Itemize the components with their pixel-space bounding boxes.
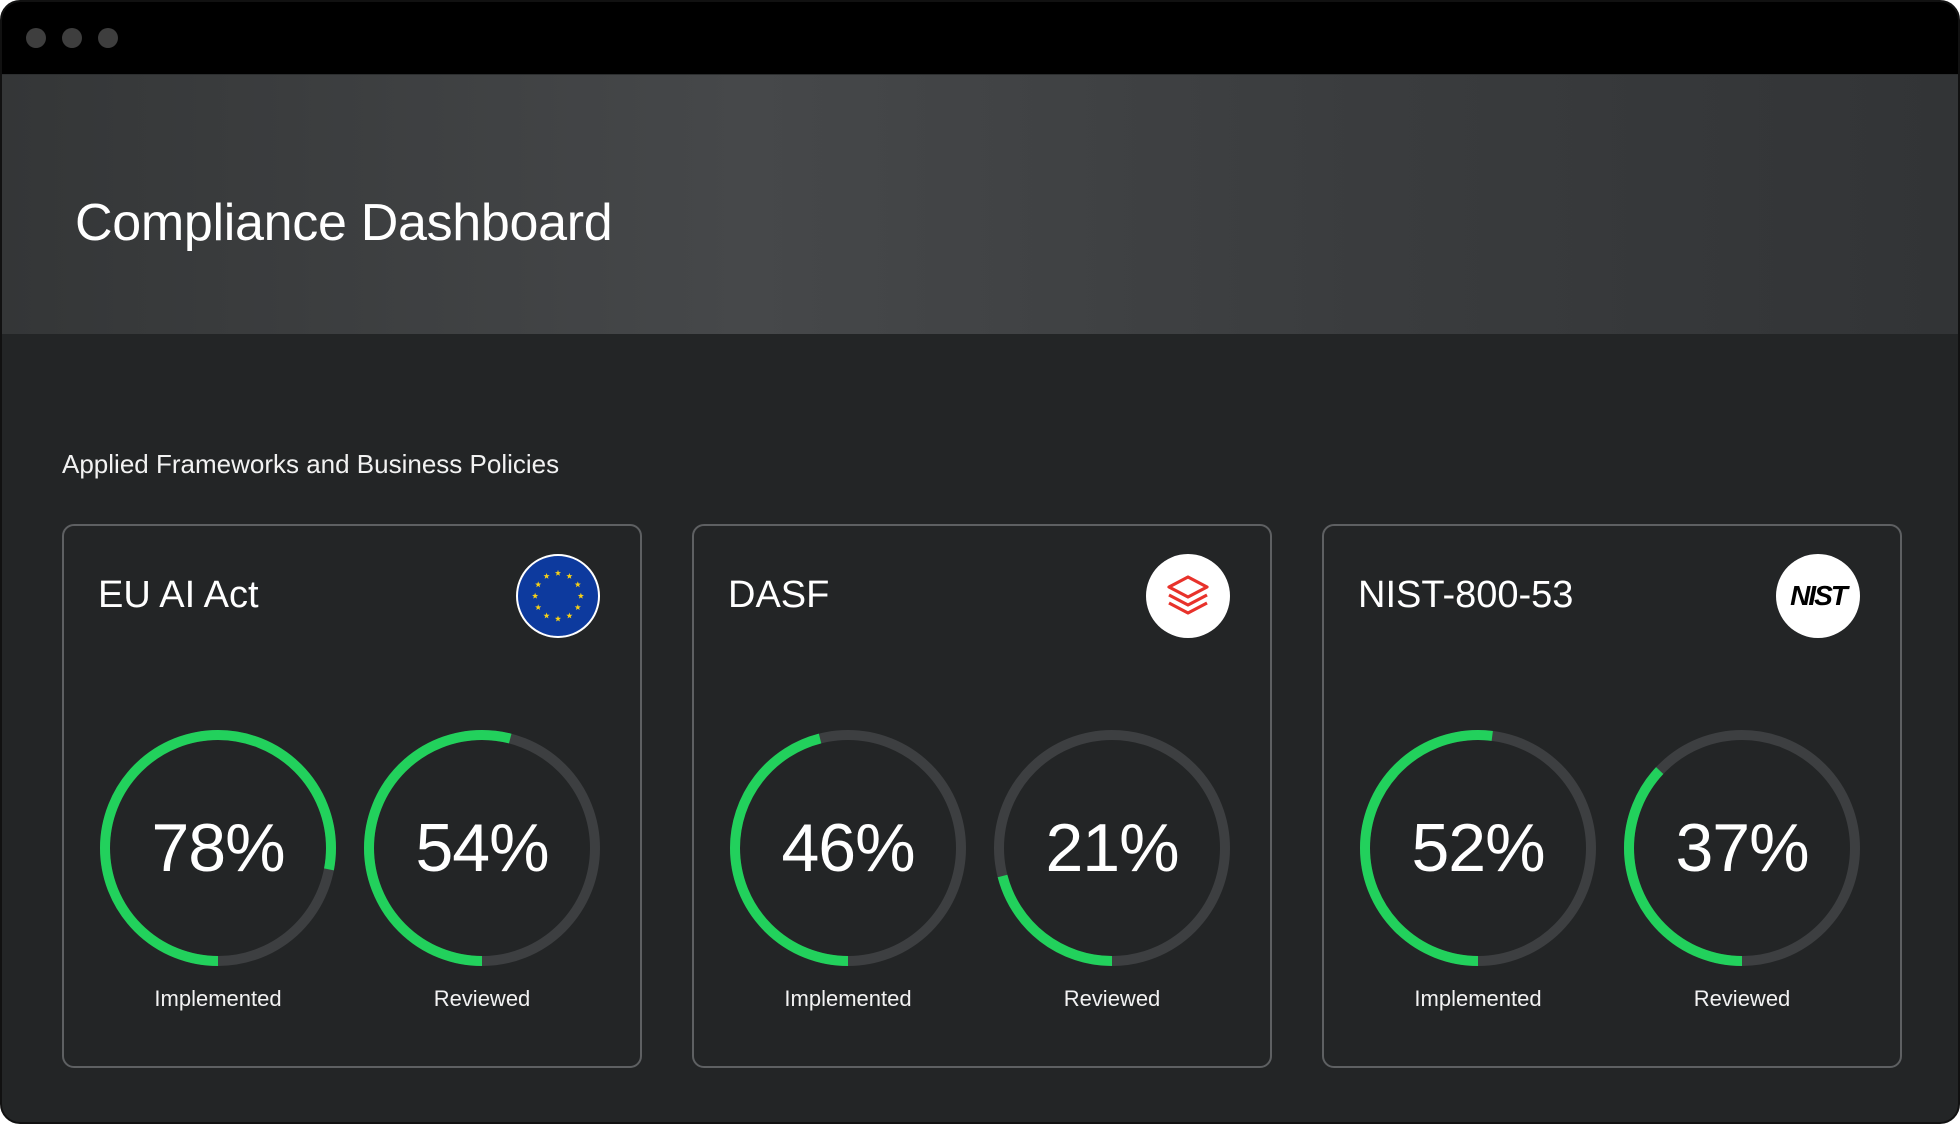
window-close-dot[interactable] [26, 28, 46, 48]
eu-star [543, 572, 550, 579]
implemented-gauge: 46% [728, 728, 968, 968]
eu-star [535, 604, 542, 611]
eu-star [554, 615, 562, 622]
window-minimize-dot[interactable] [62, 28, 82, 48]
nist-logo-icon: NIST [1776, 554, 1860, 638]
implemented-percent: 78% [151, 810, 285, 886]
reviewed-percent: 54% [415, 810, 549, 886]
framework-name: NIST-800-53 [1358, 574, 1574, 616]
window-titlebar [2, 2, 1958, 74]
framework-name: DASF [728, 574, 830, 616]
framework-card-nist[interactable]: NIST-800-53 NIST 52% Implemented 37% Rev… [1322, 524, 1902, 1068]
eu-star [574, 581, 581, 588]
implemented-gauge: 78% [98, 728, 338, 968]
reviewed-gauge: 37% [1622, 728, 1862, 968]
reviewed-label: Reviewed [1693, 986, 1791, 1011]
eu-star [574, 604, 581, 611]
app-window: Compliance Dashboard Applied Frameworks … [0, 0, 1960, 1124]
eu-star [566, 572, 573, 579]
implemented-percent: 52% [1411, 810, 1545, 886]
reviewed-gauge: 21% [992, 728, 1232, 968]
reviewed-percent: 21% [1045, 810, 1179, 886]
eu-star [532, 592, 539, 599]
implemented-percent: 46% [781, 810, 915, 886]
implemented-label: Implemented [1414, 986, 1542, 1011]
nist-logo-text: NIST [1790, 580, 1848, 611]
eu-star [535, 581, 542, 588]
implemented-gauge: 52% [1358, 728, 1598, 968]
implemented-label: Implemented [154, 986, 282, 1011]
page-title: Compliance Dashboard [75, 194, 613, 252]
window-maximize-dot[interactable] [98, 28, 118, 48]
eu-flag-icon [516, 554, 600, 638]
eu-star [577, 592, 584, 599]
reviewed-gauge: 54% [362, 728, 602, 968]
eu-star [554, 569, 562, 576]
reviewed-label: Reviewed [1063, 986, 1161, 1011]
framework-name: EU AI Act [98, 574, 259, 616]
databricks-icon [1146, 554, 1230, 638]
implemented-label: Implemented [784, 986, 912, 1011]
reviewed-label: Reviewed [433, 986, 531, 1011]
eu-star [543, 612, 550, 619]
framework-card-eu-ai-act[interactable]: EU AI Act 78% Implemented 54% Reviewed [62, 524, 642, 1068]
framework-card-dasf[interactable]: DASF 46% Implemented 21% Reviewed [692, 524, 1272, 1068]
eu-star [566, 612, 573, 619]
section-title: Applied Frameworks and Business Policies [62, 449, 560, 479]
page-header: Compliance Dashboard [2, 74, 1958, 334]
reviewed-percent: 37% [1675, 810, 1809, 886]
